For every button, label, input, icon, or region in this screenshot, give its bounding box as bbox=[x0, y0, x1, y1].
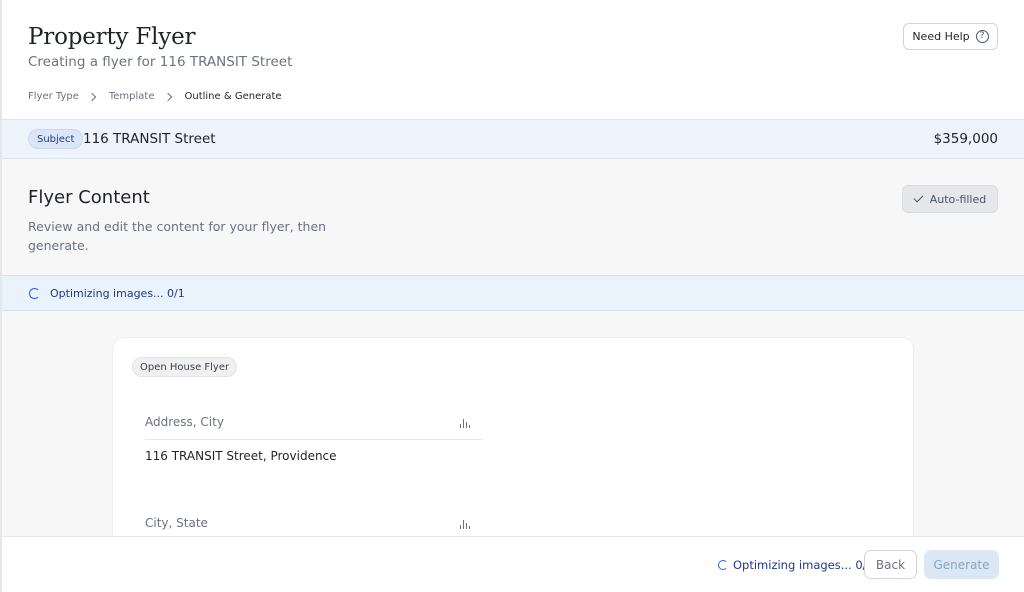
flyer-outline-card: Open House Flyer Address, City 116 TRANS… bbox=[112, 337, 914, 536]
auto-filled-button[interactable]: Auto-filled bbox=[902, 185, 998, 213]
flyer-content-section: Flyer Content Review and edit the conten… bbox=[2, 159, 1024, 536]
breadcrumb-template[interactable]: Template bbox=[109, 91, 155, 102]
spinner-icon bbox=[718, 560, 728, 570]
subject-bar: Subject 116 TRANSIT Street $359,000 bbox=[2, 119, 1024, 159]
spinner-icon bbox=[29, 288, 40, 299]
check-icon bbox=[913, 192, 924, 203]
generate-button[interactable]: Generate bbox=[924, 550, 999, 579]
city-state-label: City, State bbox=[145, 516, 208, 530]
breadcrumb-flyer-type[interactable]: Flyer Type bbox=[28, 91, 79, 102]
image-optimization-banner: Optimizing images... 0/1 bbox=[2, 275, 1024, 311]
voice-input-icon[interactable] bbox=[460, 416, 474, 428]
subject-address: 116 TRANSIT Street bbox=[83, 131, 216, 147]
chevron-right-icon bbox=[87, 92, 97, 101]
field-label: Address, City bbox=[145, 410, 483, 440]
field-label: City, State bbox=[145, 511, 483, 536]
back-button[interactable]: Back bbox=[864, 550, 917, 579]
address-city-field[interactable]: Address, City 116 TRANSIT Street, Provid… bbox=[145, 410, 483, 463]
section-description: Review and edit the content for your fly… bbox=[28, 219, 327, 253]
address-city-value[interactable]: 116 TRANSIT Street, Providence bbox=[145, 449, 483, 463]
need-help-label: Need Help bbox=[912, 30, 970, 43]
need-help-button[interactable]: Need Help ? bbox=[903, 23, 998, 50]
question-circle-icon: ? bbox=[975, 30, 989, 43]
address-city-label: Address, City bbox=[145, 415, 224, 429]
footer-status-text: Optimizing images... 0/1 bbox=[733, 558, 874, 572]
section-title: Flyer Content bbox=[28, 187, 150, 208]
chevron-right-icon bbox=[163, 92, 172, 101]
page-subtitle: Creating a flyer for 116 TRANSIT Street bbox=[28, 54, 293, 70]
city-state-field[interactable]: City, State bbox=[145, 511, 483, 536]
subject-badge: Subject bbox=[28, 129, 84, 149]
breadcrumb-outline-generate: Outline & Generate bbox=[184, 91, 282, 102]
optimizing-status-text: Optimizing images... 0/1 bbox=[50, 287, 185, 300]
voice-input-icon[interactable] bbox=[460, 517, 474, 529]
auto-filled-label: Auto-filled bbox=[929, 192, 987, 206]
page-title: Property Flyer bbox=[28, 24, 196, 50]
flyer-type-chip: Open House Flyer bbox=[132, 357, 238, 377]
breadcrumb: Flyer Type Template Outline & Generate bbox=[28, 91, 282, 102]
footer-bar: Optimizing images... 0/1 Back Generate bbox=[2, 536, 1024, 592]
subject-price: $359,000 bbox=[933, 131, 998, 147]
